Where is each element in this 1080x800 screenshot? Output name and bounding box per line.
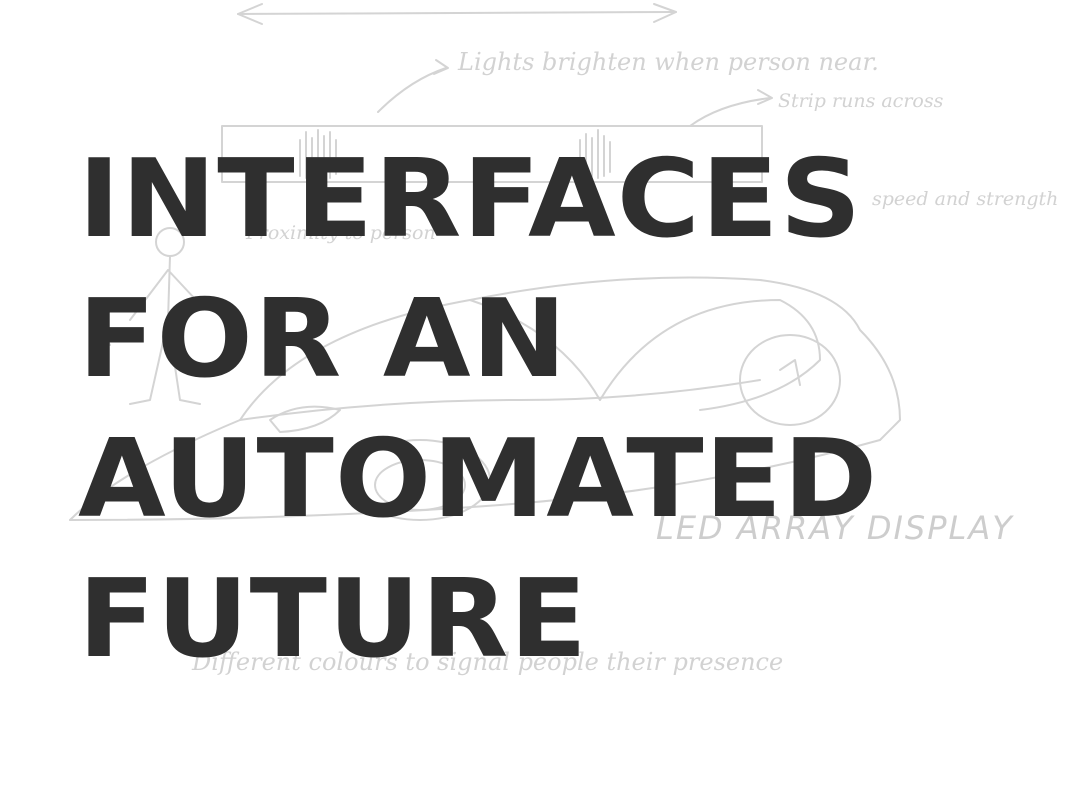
sketch-note-lights: Lights brighten when person near. [458, 48, 879, 76]
title-slide: Lights brighten when person near. Strip … [0, 0, 1080, 800]
page-title: INTERFACES FOR AN AUTOMATED FUTURE [78, 130, 877, 690]
title-line-3: AUTOMATED [78, 417, 879, 542]
sketch-note-speed: speed and strength [872, 188, 1059, 210]
title-line-2: FOR AN [78, 277, 568, 402]
title-line-4: FUTURE [78, 557, 589, 682]
sketch-note-strip: Strip runs across [778, 90, 944, 112]
title-line-1: INTERFACES [78, 137, 863, 262]
